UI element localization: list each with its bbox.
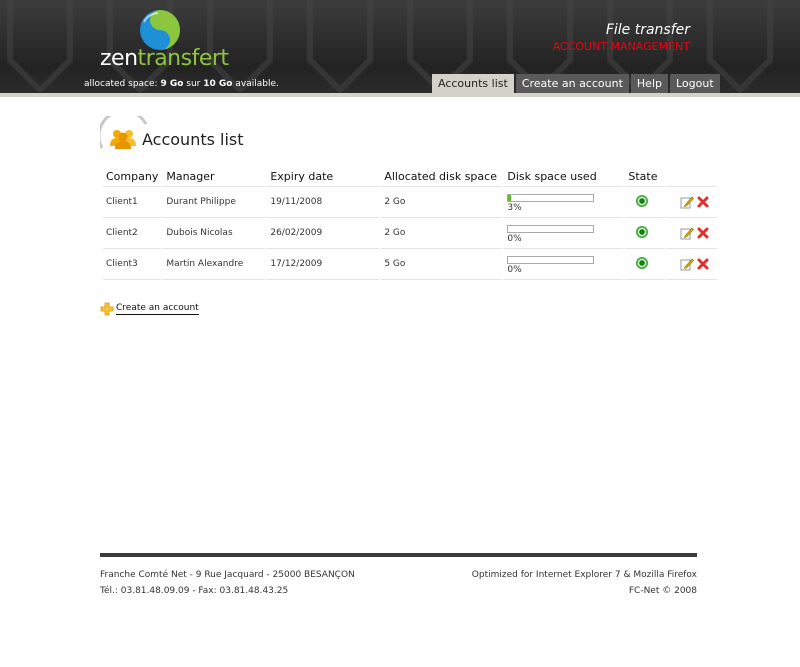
accounts-table: Company Manager Expiry date Allocated di…: [101, 166, 719, 280]
column-state: State: [625, 166, 666, 187]
edit-icon[interactable]: [680, 195, 695, 209]
page-title: Accounts list: [142, 130, 244, 149]
cell-actions: [667, 187, 718, 218]
allocated-suffix: available.: [235, 79, 279, 89]
column-manager: Manager: [163, 166, 266, 187]
header: zentransfert allocated space: 9 Go sur 1…: [0, 0, 800, 97]
cell-disk-used: 0%: [504, 218, 624, 249]
main-nav: Accounts list Create an account Help Log…: [430, 74, 720, 94]
footer-copyright: FC-Net © 2008: [628, 586, 697, 596]
cell-manager: Dubois Nicolas: [163, 218, 266, 249]
footer-optimized: Optimized for Internet Explorer 7 & Mozi…: [471, 570, 697, 580]
plus-icon: [100, 302, 114, 316]
tab-help[interactable]: Help: [630, 74, 668, 94]
footer-contact: Franche Comté Net - 9 Rue Jacquard - 250…: [100, 567, 355, 599]
status-active-icon: [636, 256, 649, 269]
cell-company: Client2: [103, 218, 162, 249]
tab-logout[interactable]: Logout: [669, 74, 720, 94]
cell-allocated: 2 Go: [381, 218, 503, 249]
footer-address: Franche Comté Net - 9 Rue Jacquard - 250…: [100, 570, 355, 580]
footer-info: Optimized for Internet Explorer 7 & Mozi…: [472, 567, 697, 599]
app-title: File transfer: [605, 22, 690, 38]
table-header-row: Company Manager Expiry date Allocated di…: [103, 166, 718, 187]
cell-state: [625, 249, 666, 280]
cell-disk-used: 0%: [504, 249, 624, 280]
cell-state: [625, 218, 666, 249]
logo-part-transfert: transfert: [137, 46, 230, 71]
cell-manager: Durant Philippe: [163, 187, 266, 218]
table-row: Client1 Durant Philippe 19/11/2008 2 Go …: [103, 187, 718, 218]
create-account-link-label: Create an account: [116, 303, 199, 315]
allocated-used: 9 Go: [160, 79, 184, 89]
footer-divider: [100, 553, 697, 557]
cell-actions: [667, 218, 718, 249]
app-subtitle: ACCOUNT MANAGEMENT: [552, 40, 690, 53]
cell-allocated: 2 Go: [381, 187, 503, 218]
edit-icon[interactable]: [680, 226, 695, 240]
cell-state: [625, 187, 666, 218]
disk-usage-percent: 0%: [507, 233, 522, 244]
disk-usage-percent: 3%: [507, 202, 522, 213]
cell-disk-used: 3%: [504, 187, 624, 218]
table-row: Client3 Martin Alexandre 17/12/2009 5 Go…: [103, 249, 718, 280]
logo-wordmark[interactable]: zentransfert: [100, 46, 229, 71]
column-expiry-date: Expiry date: [267, 166, 380, 187]
column-company: Company: [103, 166, 162, 187]
tab-accounts-list[interactable]: Accounts list: [432, 74, 514, 94]
status-active-icon: [636, 225, 649, 238]
cell-expiry: 17/12/2009: [267, 249, 380, 280]
create-account-link[interactable]: Create an account: [100, 302, 199, 316]
delete-icon[interactable]: [696, 226, 710, 240]
logo-part-zen: zen: [100, 46, 138, 71]
edit-icon[interactable]: [680, 257, 695, 271]
cell-expiry: 26/02/2009: [267, 218, 380, 249]
column-disk-used: Disk space used: [504, 166, 624, 187]
delete-icon[interactable]: [696, 257, 710, 271]
header-bottom-bar: [0, 93, 800, 97]
disk-usage-bar: [507, 224, 595, 233]
disk-usage-bar: [507, 255, 595, 264]
disk-usage-bar: [507, 193, 595, 202]
disk-usage-percent: 0%: [507, 264, 522, 275]
column-actions: [667, 166, 718, 187]
allocated-space: allocated space: 9 Go sur 10 Go availabl…: [84, 79, 279, 89]
cell-company: Client1: [103, 187, 162, 218]
cell-actions: [667, 249, 718, 280]
cell-company: Client3: [103, 249, 162, 280]
status-active-icon: [636, 194, 649, 207]
footer-phone: Tél.: 03.81.48.09.09 - Fax: 03.81.48.43.…: [100, 586, 289, 596]
disk-usage-fill: [508, 194, 511, 201]
users-icon: [110, 130, 136, 149]
cell-allocated: 5 Go: [381, 249, 503, 280]
column-allocated-space: Allocated disk space: [381, 166, 503, 187]
cell-manager: Martin Alexandre: [163, 249, 266, 280]
cell-expiry: 19/11/2008: [267, 187, 380, 218]
allocated-separator: sur: [186, 79, 201, 89]
allocated-total: 10 Go: [203, 79, 233, 89]
table-row: Client2 Dubois Nicolas 26/02/2009 2 Go 0…: [103, 218, 718, 249]
tab-create-account[interactable]: Create an account: [515, 74, 629, 94]
allocated-label: allocated space:: [84, 79, 158, 89]
delete-icon[interactable]: [696, 195, 710, 209]
